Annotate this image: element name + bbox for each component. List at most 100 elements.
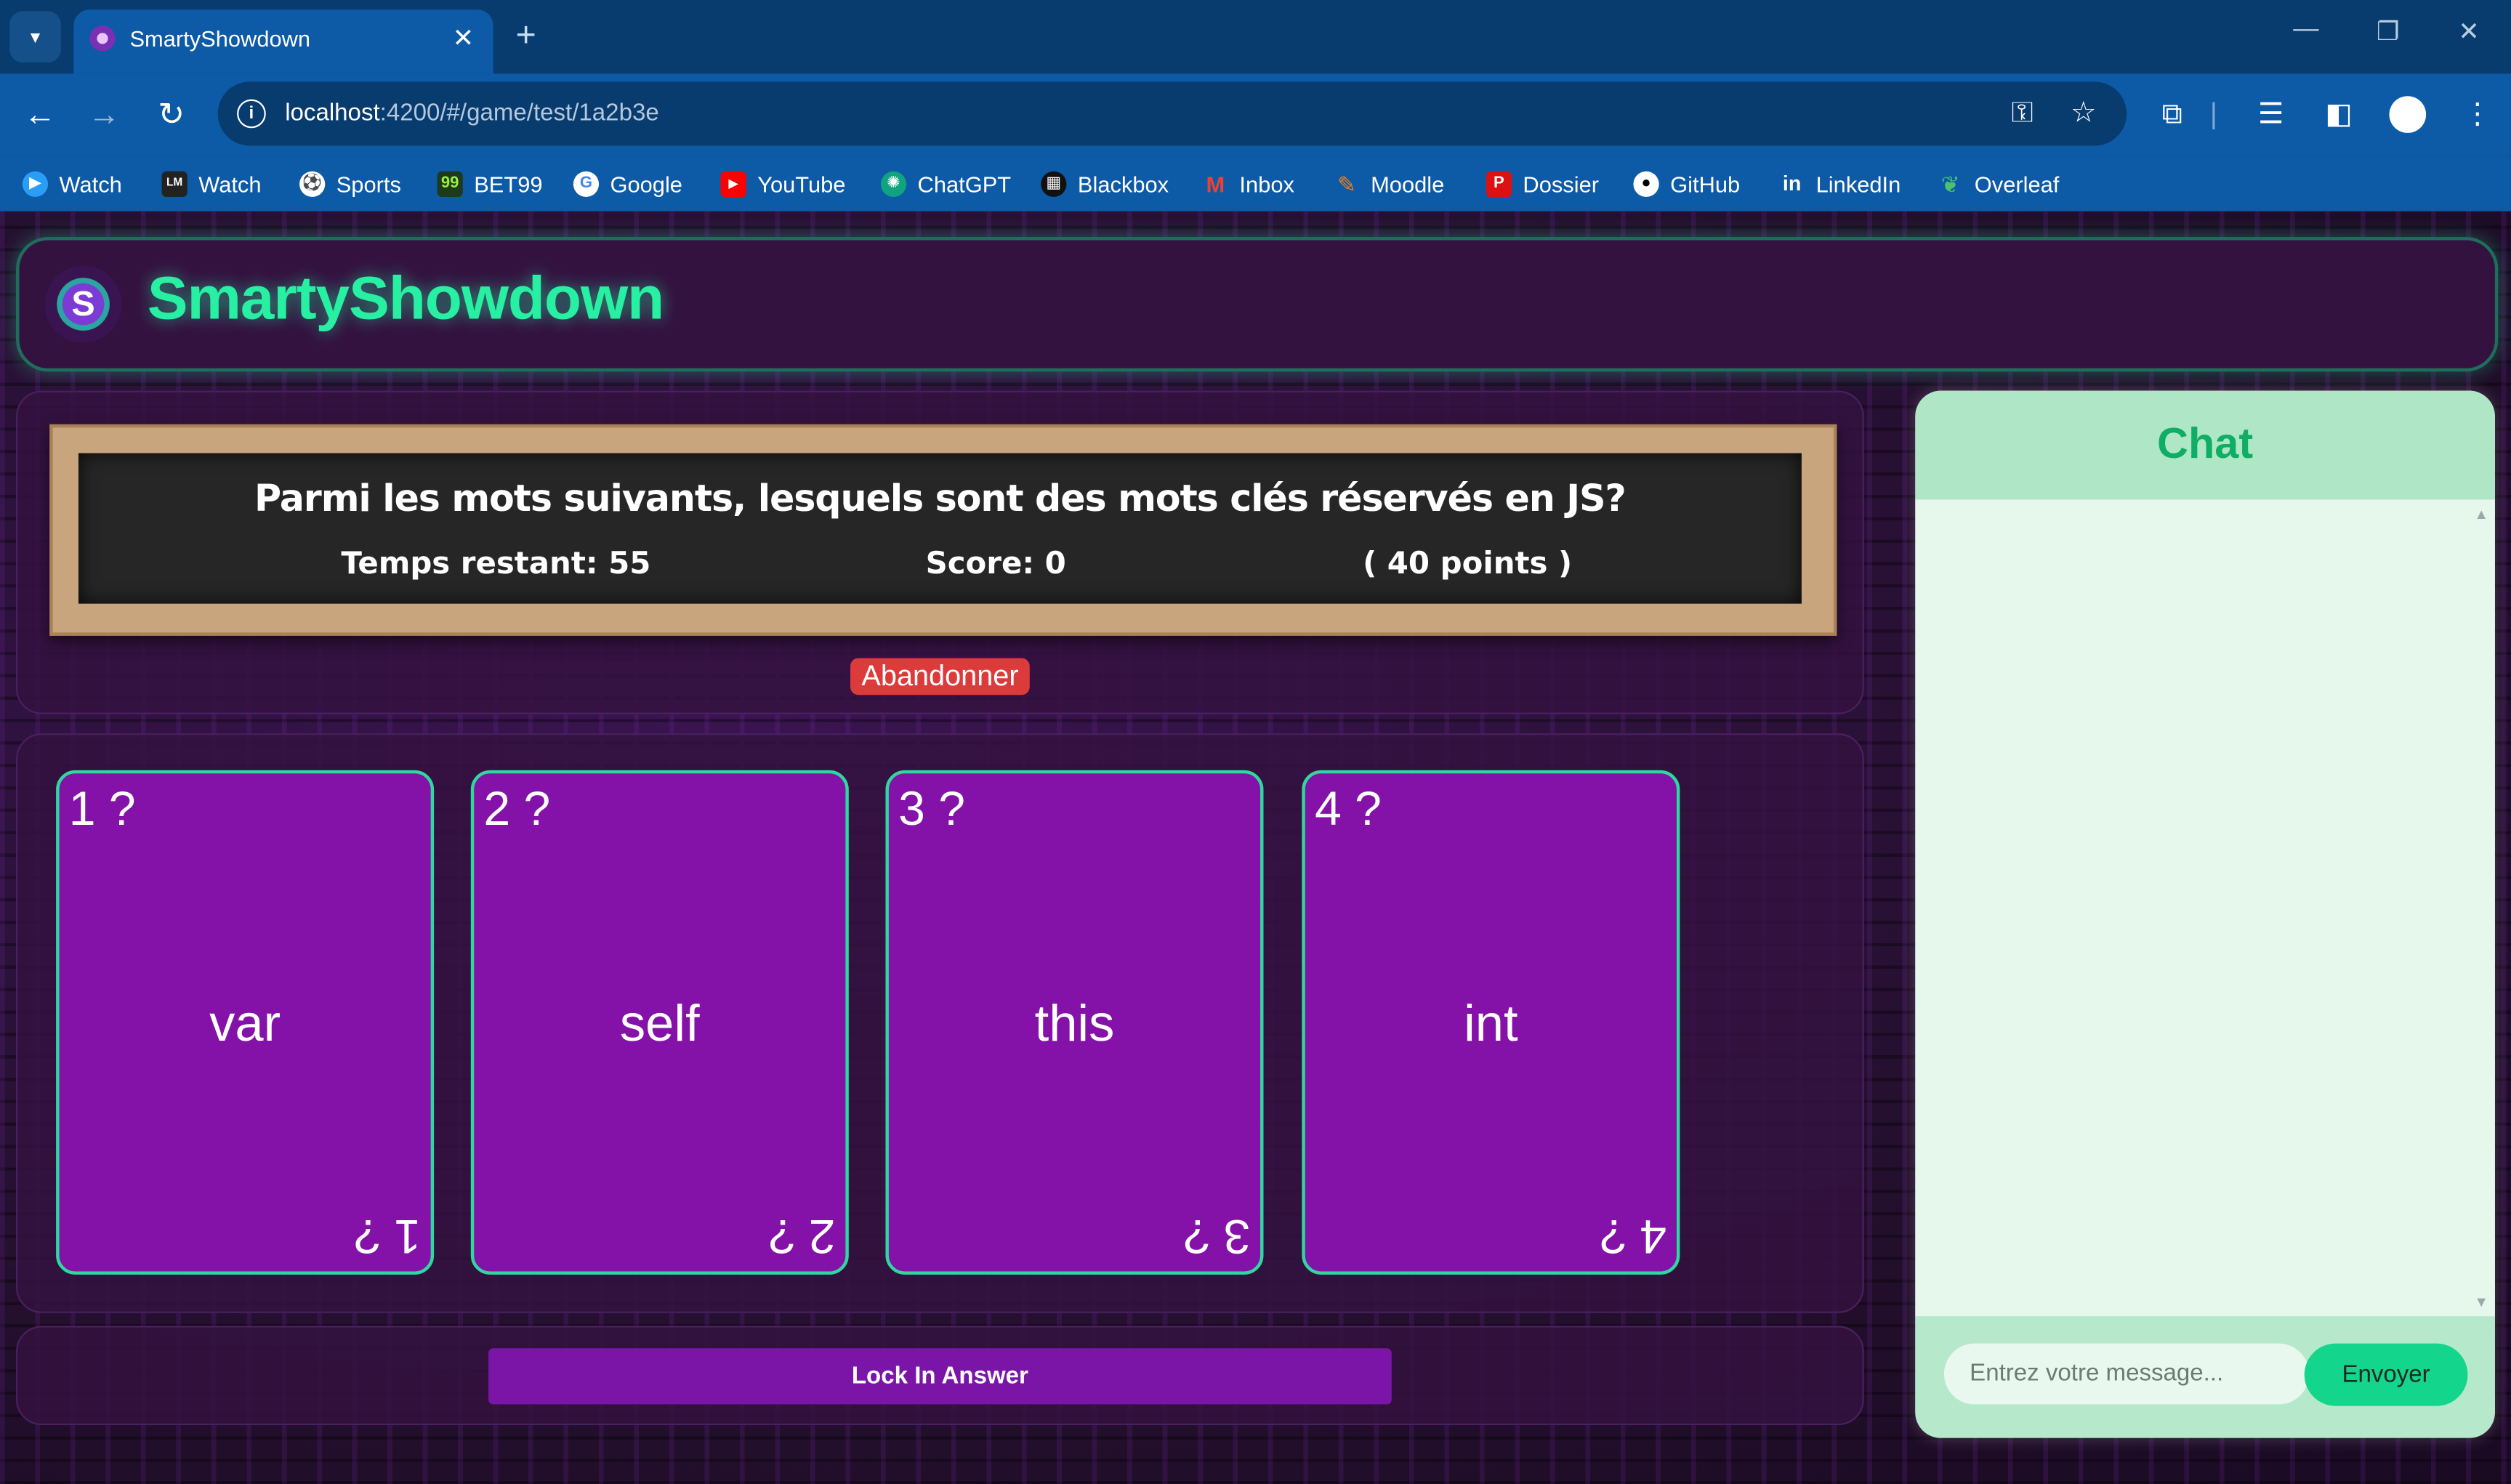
youtube-icon: ▶: [720, 171, 746, 198]
overleaf-icon: ❦: [1940, 171, 1960, 198]
bookmark-github[interactable]: ● GitHub: [1633, 168, 1740, 200]
bookmark-sports[interactable]: ⚽ Sports: [299, 168, 401, 200]
answer-card-3[interactable]: 3 ? this 3 ?: [885, 770, 1264, 1275]
browser-toolbar: ← → ↻ i localhost:4200/#/game/test/1a2b3…: [0, 73, 2511, 157]
answer-card-1[interactable]: 1 ? var 1 ?: [56, 770, 435, 1275]
tab-search-chevron-icon[interactable]: ▾: [9, 11, 61, 62]
p-icon: P: [1486, 171, 1512, 198]
bookmark-label: Watch: [198, 171, 262, 198]
bookmark-youtube[interactable]: ▶ YouTube: [720, 168, 846, 200]
side-panel-icon[interactable]: ◧: [2325, 96, 2352, 131]
lock-in-answer-button[interactable]: Lock In Answer: [488, 1348, 1392, 1405]
chat-messages[interactable]: ▲ ▼: [1915, 499, 2495, 1317]
bookmark-label: BET99: [474, 171, 543, 198]
bookmark-label: Overleaf: [1974, 171, 2060, 198]
send-button[interactable]: Envoyer: [2304, 1343, 2468, 1406]
bookmark-label: Dossier: [1523, 171, 1600, 198]
bookmark-label: LinkedIn: [1815, 171, 1901, 198]
bookmark-chatgpt[interactable]: ✺ ChatGPT: [880, 168, 1012, 200]
logo-icon: S: [44, 265, 122, 343]
chalkboard-frame: Parmi les mots suivants, lesquels sont d…: [49, 424, 1837, 636]
new-tab-button[interactable]: +: [515, 15, 536, 56]
card-index: 1 ?: [68, 783, 136, 836]
bookmark-inbox[interactable]: M Inbox: [1203, 168, 1294, 200]
scroll-up-icon[interactable]: ▲: [2474, 506, 2488, 522]
gmail-icon: M: [1206, 171, 1225, 198]
game-page: S SmartyShowdown Parmi les mots suivants…: [0, 211, 2511, 1484]
restore-icon[interactable]: ❐: [2377, 16, 2400, 48]
forward-icon[interactable]: →: [81, 93, 126, 138]
card-index: 3 ?: [898, 783, 966, 836]
lm-icon: LM: [161, 171, 188, 198]
app-header: S SmartyShowdown: [16, 237, 2499, 372]
chat-message-input[interactable]: Entrez votre message...: [1943, 1343, 2310, 1405]
card-answer: self: [619, 994, 700, 1052]
tab-favicon-icon: [89, 25, 116, 52]
chat-header: Chat: [1915, 390, 2495, 500]
linkedin-icon: in: [1782, 171, 1802, 195]
bookmarks-bar: ▶ Watch LM Watch ⚽ Sports 99 BET99 G Google ▶…: [0, 156, 2511, 211]
scroll-down-icon[interactable]: ▼: [2474, 1294, 2488, 1310]
play-icon: ▶: [22, 171, 49, 198]
bookmark-star-icon[interactable]: ☆: [2071, 96, 2097, 129]
window-close-icon[interactable]: ✕: [2458, 16, 2480, 48]
answer-card-2[interactable]: 2 ? self 2 ?: [470, 770, 849, 1275]
score: Score: 0: [925, 546, 1066, 581]
bookmark-blackbox[interactable]: ▦ Blackbox: [1041, 168, 1169, 200]
browser-tab[interactable]: SmartyShowdown ✕: [73, 9, 493, 74]
media-queue-icon[interactable]: ☰: [2258, 96, 2284, 131]
site-info-icon[interactable]: i: [237, 99, 266, 129]
answer-card-4[interactable]: 4 ? int 4 ?: [1302, 770, 1680, 1275]
password-key-icon[interactable]: ⚿: [2011, 96, 2033, 129]
bookmark-label: Blackbox: [1077, 171, 1169, 198]
address-bar[interactable]: i localhost:4200/#/game/test/1a2b3e ⚿ ☆: [217, 81, 2127, 146]
screen: ▾ SmartyShowdown ✕ + — ❐ ✕ ← → ↻ i local…: [0, 0, 2511, 1484]
url-text[interactable]: localhost:4200/#/game/test/1a2b3e: [285, 100, 659, 126]
url-path: :4200/#/game/test/1a2b3e: [379, 99, 659, 127]
abandon-button[interactable]: Abandonner: [850, 658, 1030, 695]
card-index-flipped: 3 ?: [1183, 1209, 1251, 1262]
bookmark-label: Inbox: [1239, 171, 1294, 198]
google-icon: G: [573, 171, 600, 198]
answer-cards-panel: 1 ? var 1 ? 2 ? self 2 ? 3 ? this 3 ? 4 …: [16, 733, 1864, 1313]
chat-title: Chat: [2156, 419, 2254, 468]
blackbox-icon: ▦: [1041, 171, 1067, 198]
card-answer: int: [1464, 994, 1518, 1052]
tab-bar: ▾ SmartyShowdown ✕ + — ❐ ✕: [0, 0, 2511, 74]
time-remaining: Temps restant: 55: [341, 546, 651, 581]
bookmark-watch-1[interactable]: ▶ Watch: [22, 168, 122, 200]
profile-avatar[interactable]: [2389, 96, 2427, 133]
divider: |: [2209, 97, 2218, 130]
bookmark-linkedin[interactable]: in LinkedIn: [1779, 168, 1901, 200]
bookmark-label: YouTube: [757, 171, 846, 198]
menu-kebab-icon[interactable]: ⋮: [2463, 96, 2492, 131]
bookmark-watch-2[interactable]: LM Watch: [161, 168, 262, 200]
bookmark-label: GitHub: [1670, 171, 1741, 198]
bookmark-overleaf[interactable]: ❦ Overleaf: [1938, 168, 2060, 200]
bookmark-label: Watch: [59, 171, 122, 198]
bookmark-label: ChatGPT: [917, 171, 1012, 198]
bookmark-label: Google: [610, 171, 682, 198]
points: ( 40 points ): [1363, 546, 1573, 581]
bookmark-moodle[interactable]: ✎ Moodle: [1334, 168, 1444, 200]
chat-panel: Chat ▲ ▼ Entrez votre message... Envoyer: [1915, 390, 2495, 1438]
card-index-flipped: 4 ?: [1600, 1209, 1667, 1262]
bookmark-label: Moodle: [1371, 171, 1445, 198]
bookmark-google[interactable]: G Google: [573, 168, 682, 200]
soccer-ball-icon: ⚽: [299, 171, 326, 198]
chalkboard: Parmi les mots suivants, lesquels sont d…: [78, 453, 1802, 604]
reload-icon[interactable]: ↻: [149, 93, 194, 138]
card-index: 2 ?: [483, 783, 551, 836]
chat-footer: Entrez votre message... Envoyer: [1915, 1316, 2495, 1438]
back-icon[interactable]: ←: [17, 93, 63, 138]
bookmark-dossier[interactable]: P Dossier: [1486, 168, 1599, 200]
chatgpt-icon: ✺: [880, 171, 907, 198]
minimize-icon[interactable]: —: [2293, 16, 2318, 45]
tab-close-icon[interactable]: ✕: [453, 23, 475, 55]
app-title: SmartyShowdown: [147, 265, 664, 334]
moodle-icon: ✎: [1337, 171, 1356, 198]
url-host: localhost: [285, 99, 380, 127]
github-icon: ●: [1633, 171, 1659, 198]
extensions-icon[interactable]: ⧉: [2162, 96, 2182, 131]
bookmark-bet99[interactable]: 99 BET99: [437, 168, 543, 200]
